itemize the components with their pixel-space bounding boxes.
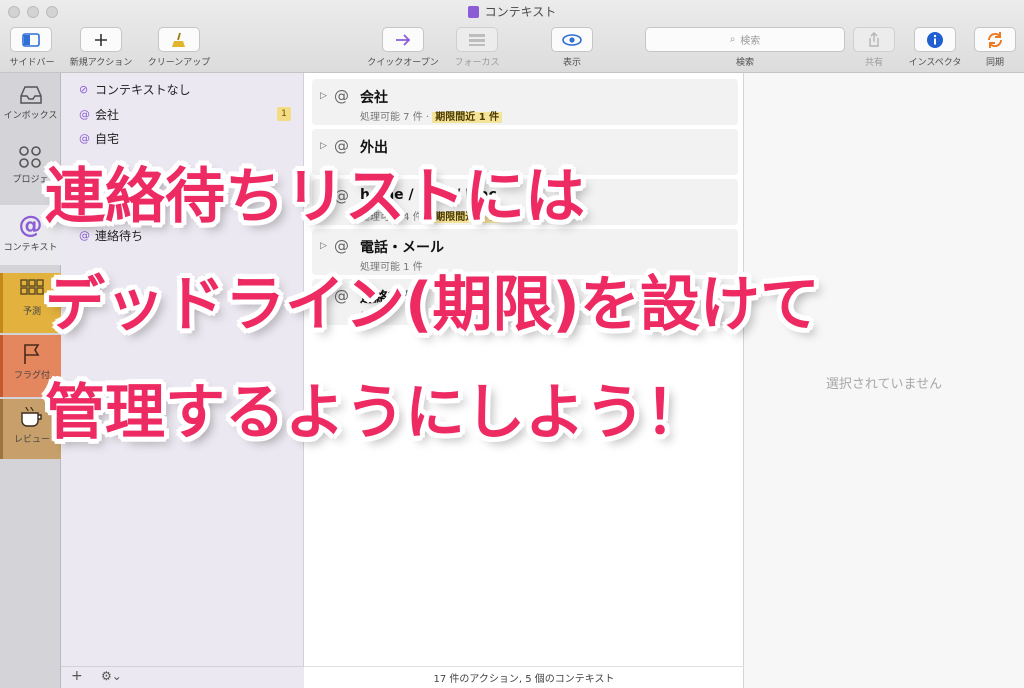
search-icon: ⌕ [729, 34, 736, 45]
cleanup-label: クリーンアップ [147, 58, 211, 68]
focus-icon [469, 33, 485, 46]
share-label: 共有 [864, 58, 883, 68]
focus-label: フォーカス [454, 58, 500, 68]
inspector-button[interactable] [914, 27, 956, 52]
nav-inbox-label: インボックス [3, 111, 58, 121]
at-sign-icon: @ [18, 211, 43, 239]
forecast-icon [20, 279, 44, 295]
sidebar-item-home[interactable]: @ 自宅 [79, 128, 299, 148]
sidebar-toggle-label: サイドバー [9, 58, 55, 68]
sidebar-item-no-context[interactable]: ⊘ コンテキストなし [79, 79, 299, 99]
info-icon [927, 31, 943, 48]
disclosure-triangle-icon[interactable]: ▷ [320, 241, 327, 251]
sidebar-item-label: 自宅 [95, 131, 120, 146]
add-context-button[interactable]: + [71, 668, 83, 684]
nav-forecast-label: 予測 [22, 307, 41, 317]
quick-open-label: クイックオープン [367, 58, 439, 68]
no-context-icon: ⊘ [79, 82, 89, 96]
sidebar-item-label: コンテキストなし [95, 82, 191, 97]
window-title-text: コンテキスト [484, 5, 557, 19]
arrow-right-icon [396, 33, 411, 46]
share-icon [869, 31, 879, 47]
context-app-icon [467, 6, 479, 18]
context-summary: 処理可能 7 件 · 期限間近 1 件 [360, 108, 503, 123]
inspector-pane: 選択されていません [744, 73, 1024, 688]
quick-open-button[interactable] [382, 27, 424, 52]
view-button[interactable] [551, 27, 593, 52]
sync-button[interactable] [974, 27, 1016, 52]
new-action-button[interactable] [80, 27, 122, 52]
caption-line-2: デッドライン(期限)を設けて [45, 270, 820, 340]
toolbar: コンテキスト サイドバー 新規アクション クリーンアップ クイックオープン フォ… [0, 0, 1024, 73]
nav-contexts-label: コンテキスト [3, 243, 58, 253]
sync-label: 同期 [985, 58, 1004, 68]
disclosure-triangle-icon[interactable]: ▷ [320, 91, 327, 101]
nav-projects-label: プロジェ [12, 175, 49, 185]
at-sign-icon: @ [334, 87, 349, 105]
context-name: 電話・メール [360, 240, 444, 256]
sidebar-toggle-button[interactable] [10, 27, 52, 52]
due-soon-badge: 期限間近 1 件 [432, 112, 503, 123]
at-sign-icon: @ [334, 237, 349, 255]
sidebar-icon [22, 32, 40, 47]
projects-icon [18, 146, 41, 168]
sync-icon [987, 31, 1003, 48]
coffee-cup-icon [21, 406, 42, 427]
inbox-icon [19, 86, 42, 104]
cleanup-button[interactable] [158, 27, 200, 52]
due-count-badge: 1 [277, 107, 291, 121]
caption-line-3: 管理するようにしよう！ [45, 378, 705, 448]
sidebar-footer: + ⚙︎⌄ [61, 666, 304, 688]
inspector-label: インスペクタ [908, 58, 962, 68]
no-selection-text: 選択されていません [825, 377, 943, 392]
available-count: 処理可能 7 件 · [360, 112, 433, 123]
eye-icon [562, 33, 582, 46]
focus-button[interactable] [456, 27, 498, 52]
broom-icon [172, 32, 185, 47]
search-label: 検索 [735, 58, 754, 68]
share-button[interactable] [853, 27, 895, 52]
search-placeholder: 検索 [740, 36, 761, 47]
caption-line-1: 連絡待ちリストには [45, 162, 585, 232]
plus-icon [95, 33, 107, 46]
new-action-label: 新規アクション [69, 58, 133, 68]
search-input[interactable]: ⌕ 検索 [645, 27, 845, 52]
sidebar-item-label: 会社 [95, 107, 120, 122]
gear-menu-button[interactable]: ⚙︎⌄ [101, 669, 122, 683]
window-title: コンテキスト [0, 3, 1024, 20]
sidebar-item-office[interactable]: @ 会社 [79, 104, 299, 124]
at-sign-icon: @ [79, 107, 90, 121]
flag-icon [24, 344, 40, 364]
status-bar: 17 件のアクション, 5 個のコンテキスト [304, 666, 744, 688]
context-row[interactable]: ▷ @ 会社 処理可能 7 件 · 期限間近 1 件 [312, 79, 738, 125]
nav-inbox[interactable]: インボックス [0, 85, 61, 121]
view-label: 表示 [562, 58, 581, 68]
at-sign-icon: @ [79, 131, 90, 145]
context-name: 会社 [360, 90, 388, 106]
